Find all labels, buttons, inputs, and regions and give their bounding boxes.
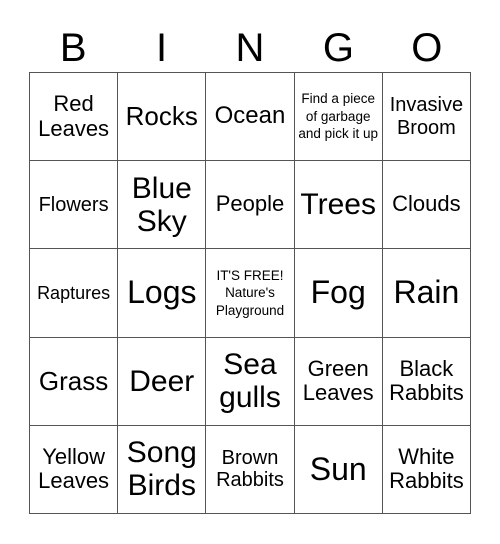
bingo-cell[interactable]: Trees	[294, 161, 383, 250]
header-letter-n: N	[235, 26, 265, 70]
bingo-cell[interactable]: Sun	[294, 425, 383, 514]
bingo-header: B I N G O	[29, 24, 471, 72]
bingo-cell[interactable]: Black Rabbits	[382, 337, 471, 426]
header-letter-i: I	[156, 26, 168, 70]
bingo-grid: Red Leaves Rocks Ocean Find a piece of g…	[29, 72, 471, 514]
bingo-cell[interactable]: Invasive Broom	[382, 73, 471, 162]
bingo-cell[interactable]: Blue Sky	[118, 161, 207, 250]
bingo-cell[interactable]: Clouds	[382, 161, 471, 250]
bingo-cell[interactable]: Deer	[118, 337, 207, 426]
bingo-cell[interactable]: Rocks	[118, 73, 207, 162]
bingo-cell[interactable]: Green Leaves	[294, 337, 383, 426]
bingo-cell[interactable]: Find a piece of garbage and pick it up	[294, 73, 383, 162]
bingo-cell[interactable]: Red Leaves	[30, 73, 119, 162]
bingo-cell[interactable]: Sea gulls	[206, 337, 295, 426]
header-letter-b: B	[59, 26, 87, 70]
bingo-cell[interactable]: People	[206, 161, 295, 250]
bingo-cell[interactable]: Song Birds	[118, 425, 207, 514]
bingo-cell free-space[interactable]: IT'S FREE! Nature's Playground	[206, 249, 295, 338]
bingo-cell[interactable]: Grass	[30, 337, 119, 426]
bingo-cell[interactable]: Flowers	[30, 161, 119, 250]
bingo-cell[interactable]: Rain	[382, 249, 471, 338]
bingo-cell[interactable]: Logs	[118, 249, 207, 338]
bingo-cell[interactable]: Yellow Leaves	[30, 425, 119, 514]
bingo-cell[interactable]: Fog	[294, 249, 383, 338]
header-letter-g: G	[322, 26, 354, 70]
bingo-cell[interactable]: Raptures	[30, 249, 119, 338]
bingo-cell[interactable]: Brown Rabbits	[206, 425, 295, 514]
bingo-cell[interactable]: Ocean	[206, 73, 295, 162]
header-letter-o: O	[411, 26, 443, 70]
bingo-cell[interactable]: White Rabbits	[382, 425, 471, 514]
